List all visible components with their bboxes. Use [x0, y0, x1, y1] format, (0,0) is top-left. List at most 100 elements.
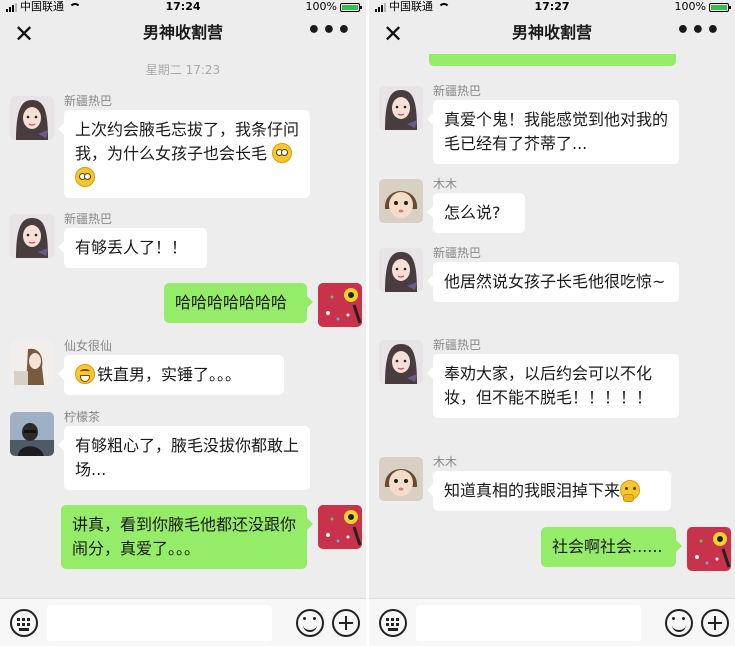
avatar[interactable]: [379, 457, 423, 501]
message-item: 哈哈哈哈哈哈哈: [0, 283, 366, 331]
screenshot-collage: 中国联通 17:24 100% ✕ 男神收割营 ••• 星期二 17:23 新疆…: [0, 0, 735, 646]
message-item: 新疆热巴 他居然说女孩子长毛他很吃惊~: [369, 244, 735, 324]
message-text: 有够丢人了！！: [75, 238, 188, 257]
message-bubble[interactable]: 社会啊社会......: [541, 527, 682, 567]
keyboard-icon[interactable]: [379, 609, 407, 637]
avatar-image: [379, 248, 423, 292]
chat-timestamp: 星期二 17:23: [145, 63, 221, 77]
avatar-image: [379, 86, 423, 130]
more-icon[interactable]: •••: [676, 18, 721, 44]
avatar-image: [379, 457, 423, 501]
avatar-image: [10, 341, 54, 385]
pleading-face-emoji: [75, 167, 95, 187]
sender-name: 柠檬茶: [64, 410, 101, 424]
nav-bar: ✕ 男神收割营 •••: [369, 14, 735, 54]
message-text: 哈哈哈哈哈哈哈: [175, 293, 288, 312]
avatar-image: [318, 505, 362, 549]
message-item: 社会啊社会......: [369, 527, 735, 575]
avatar[interactable]: [10, 214, 54, 258]
avatar[interactable]: [318, 505, 362, 549]
avatar-image: [379, 179, 423, 223]
message-bubble[interactable]: 他居然说女孩子长毛他很吃惊~: [427, 262, 679, 302]
avatar[interactable]: [379, 340, 423, 384]
message-bubble[interactable]: 真爱个鬼！我能感觉到他对我的毛已经有了芥蒂了...: [427, 100, 679, 164]
message-bubble[interactable]: 有够丢人了！！: [58, 228, 207, 268]
chat-screen-left: 中国联通 17:24 100% ✕ 男神收割营 ••• 星期二 17:23 新疆…: [0, 0, 366, 646]
message-bubble[interactable]: 上次约会腋毛忘拔了，我条仔问我，为什么女孩子也会长毛: [58, 110, 310, 198]
sender-name: 木木: [433, 177, 458, 191]
chat-title: 男神收割营: [511, 23, 592, 42]
sender-name: 新疆热巴: [64, 94, 113, 108]
avatar-image: [10, 412, 54, 456]
chat-screen-right: 中国联通 17:27 100% ✕ 男神收割营 ••• 新疆热巴 真爱个鬼！我能…: [369, 0, 735, 646]
close-icon[interactable]: ✕: [383, 18, 403, 50]
battery-fill: [342, 4, 358, 10]
close-icon[interactable]: ✕: [14, 18, 34, 50]
message-text: 真爱个鬼！我能感觉到他对我的毛已经有了芥蒂了...: [444, 110, 669, 153]
status-bar: 中国联通 17:24 100%: [0, 0, 366, 14]
avatar[interactable]: [687, 527, 731, 571]
message-bubble[interactable]: 哈哈哈哈哈哈哈: [164, 283, 313, 323]
message-item: 新疆热巴 上次约会腋毛忘拔了，我条仔问我，为什么女孩子也会长毛: [0, 92, 366, 202]
message-bubble[interactable]: 怎么说?: [427, 193, 525, 233]
avatar[interactable]: [10, 412, 54, 456]
sender-name: 木木: [433, 455, 458, 469]
thinking-face-emoji: [620, 480, 641, 502]
message-text: 奉劝大家，以后约会可以不化妆，但不能不脱毛！！！！！: [444, 364, 653, 407]
message-item: 木木 知道真相的我眼泪掉下来: [369, 453, 735, 513]
message-bubble[interactable]: 铁直男，实锤了。。。: [58, 355, 284, 395]
message-text: 知道真相的我眼泪掉下来: [444, 481, 621, 500]
battery-icon: [340, 2, 362, 12]
battery-fill: [711, 4, 727, 10]
chat-title: 男神收割营: [142, 23, 223, 42]
avatar[interactable]: [10, 96, 54, 140]
grinning-face-emoji: [75, 364, 95, 384]
avatar[interactable]: [10, 341, 54, 385]
status-right-group: 100%: [674, 0, 731, 14]
battery-percent: 100%: [674, 0, 706, 13]
keyboard-icon[interactable]: [10, 609, 38, 637]
message-item: 新疆热巴 有够丢人了！！: [0, 210, 366, 270]
status-bar: 中国联通 17:27 100%: [369, 0, 735, 14]
avatar[interactable]: [318, 283, 362, 327]
emoji-icon[interactable]: [665, 609, 693, 637]
more-icon[interactable]: •••: [307, 18, 352, 44]
message-text: 上次约会腋毛忘拔了，我条仔问我，为什么女孩子也会长毛: [75, 120, 300, 163]
pleading-face-emoji: [272, 143, 293, 163]
message-bubble[interactable]: 奉劝大家，以后约会可以不化妆，但不能不脱毛！！！！！: [427, 354, 679, 418]
status-right-group: 100%: [305, 0, 362, 14]
input-bar: [0, 598, 366, 646]
sender-name: 新疆热巴: [433, 84, 482, 98]
message-text: 有够粗心了，腋毛没拔你都敢上场...: [75, 436, 300, 479]
message-item: 柠檬茶 有够粗心了，腋毛没拔你都敢上场...: [0, 408, 366, 492]
avatar-image: [10, 96, 54, 140]
battery-percent: 100%: [305, 0, 337, 13]
sender-name: 新疆热巴: [64, 212, 113, 226]
message-item: 新疆热巴 奉劝大家，以后约会可以不化妆，但不能不脱毛！！！！！: [369, 336, 735, 444]
avatar-image: [10, 214, 54, 258]
avatar-image: [379, 340, 423, 384]
message-item: 新疆热巴 真爱个鬼！我能感觉到他对我的毛已经有了芥蒂了...: [369, 82, 735, 164]
plus-icon[interactable]: [332, 609, 360, 637]
message-bubble[interactable]: 有够粗心了，腋毛没拔你都敢上场...: [58, 426, 310, 490]
sender-name: 新疆热巴: [433, 338, 482, 352]
avatar[interactable]: [379, 179, 423, 223]
avatar[interactable]: [379, 86, 423, 130]
message-input[interactable]: [47, 605, 272, 641]
message-item: 讲真，看到你腋毛他都还没跟你闹分，真爱了。。。: [0, 505, 366, 569]
avatar[interactable]: [379, 248, 423, 292]
message-input[interactable]: [416, 605, 641, 641]
plus-icon[interactable]: [701, 609, 729, 637]
message-item: 仙女很仙 铁直男，实锤了。。。: [0, 337, 366, 401]
emoji-icon[interactable]: [296, 609, 324, 637]
message-item: 木木 怎么说?: [369, 175, 735, 235]
message-bubble[interactable]: [429, 54, 676, 66]
message-bubble[interactable]: 讲真，看到你腋毛他都还没跟你闹分，真爱了。。。: [61, 505, 313, 569]
message-bubble[interactable]: 知道真相的我眼泪掉下来: [427, 471, 671, 511]
message-text: 讲真，看到你腋毛他都还没跟你闹分，真爱了。。。: [72, 515, 297, 558]
avatar-image: [318, 283, 362, 327]
nav-bar: ✕ 男神收割营 •••: [0, 14, 366, 54]
message-item: [369, 54, 735, 68]
sender-name: 新疆热巴: [433, 246, 482, 260]
battery-icon: [709, 2, 731, 12]
